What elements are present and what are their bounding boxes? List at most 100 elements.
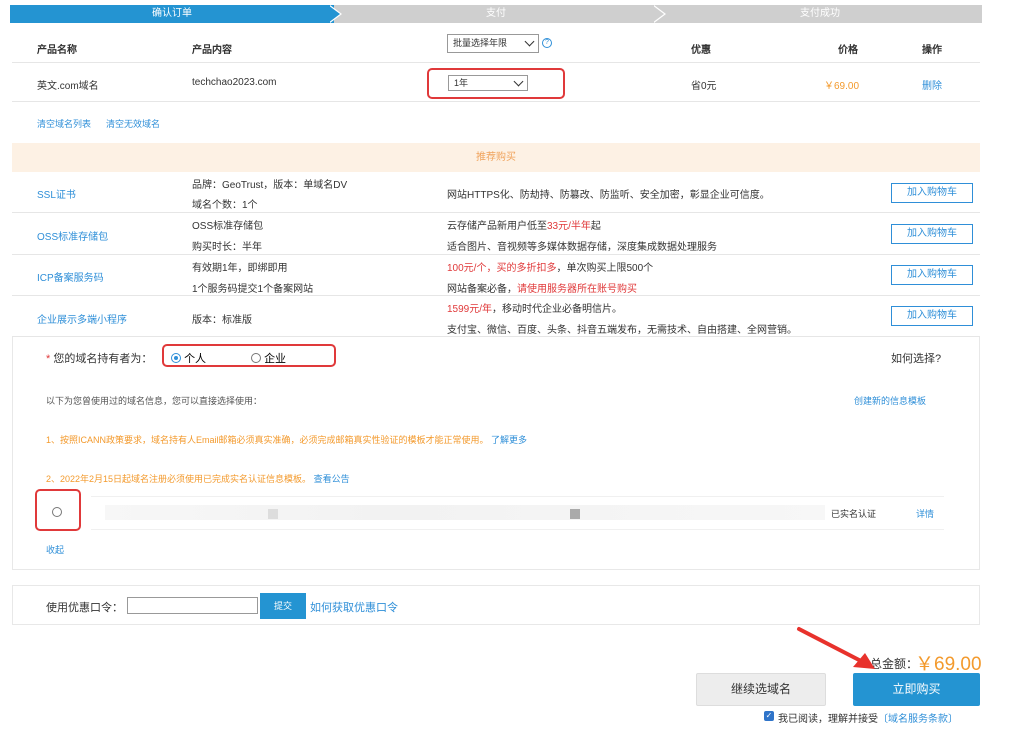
owner-option-personal[interactable]: 个人: [171, 350, 206, 366]
recommend-item-ssl[interactable]: SSL证书: [37, 186, 76, 201]
desc-text: ，单次购买上限500个: [556, 263, 654, 274]
owner-panel: [12, 337, 980, 570]
step-pay-success: 支付成功: [658, 5, 982, 23]
realname-notice-text: 2、2022年2月15日起域名注册必须使用已完成实名认证信息模板。: [46, 474, 312, 484]
col-header-content: 产品内容: [192, 45, 232, 56]
create-template-link[interactable]: 创建新的信息模板: [854, 394, 926, 407]
recommend-spec: 有效期1年，即绑即用: [192, 263, 288, 274]
recommend-spec: OSS标准存储包: [192, 221, 264, 232]
col-header-price: 价格: [838, 45, 858, 56]
checkbox-checked-icon[interactable]: ✓: [764, 711, 774, 721]
recommend-desc: 云存储产品新用户低至33元/半年起: [447, 217, 601, 232]
add-to-cart-button[interactable]: 加入购物车: [891, 224, 973, 244]
terms-link[interactable]: 〔域名服务条款〕: [878, 714, 958, 725]
buy-now-button[interactable]: 立即购买: [853, 673, 980, 706]
desc-highlight: 100元/个，买的多折扣多: [447, 263, 557, 274]
recommend-spec: 1个服务码提交1个备案网站: [192, 284, 314, 295]
batch-year-select-label: 批量选择年限: [453, 38, 508, 48]
product-domain: techchao2023.com: [192, 77, 277, 88]
agreement-text: 我已阅读，理解并接受〔域名服务条款〕: [778, 710, 958, 725]
agreement-label: 我已阅读，理解并接受: [778, 714, 878, 725]
chevron-down-icon: [513, 76, 524, 87]
add-to-cart-button[interactable]: 加入购物车: [891, 183, 973, 203]
desc-text: ，移动时代企业必备明信片。: [492, 304, 623, 315]
recommend-spec: 品牌：GeoTrust，版本：单域名DV: [192, 180, 348, 191]
divider: [12, 101, 980, 102]
year-select[interactable]: 1年: [448, 75, 528, 91]
recommend-desc: 网站HTTPS化、防劫持、防篡改、防监听、安全加密，彰显企业可信度。: [447, 190, 770, 201]
owner-label: * 您的域名持有者为：: [46, 350, 152, 366]
template-info-text: 以下为您曾使用过的域名信息，您可以直接选择使用：: [46, 396, 263, 406]
coupon-submit-button[interactable]: 提交: [260, 593, 306, 619]
recommend-desc: 1599元/年，移动时代企业必备明信片。: [447, 300, 622, 315]
owner-label-text: 您的域名持有者为：: [53, 353, 153, 365]
total-amount: ￥69.00: [915, 654, 982, 675]
radio-unselected-icon[interactable]: [251, 353, 261, 363]
recommend-spec: 域名个数：1个: [192, 200, 258, 211]
recommend-item-icp[interactable]: ICP备案服务码: [37, 269, 104, 284]
icann-notice-text: 1、按照ICANN政策要求，域名持有人Email邮箱必须真实准确，必须完成邮箱真…: [46, 435, 489, 445]
add-to-cart-button[interactable]: 加入购物车: [891, 265, 973, 285]
help-icon[interactable]: ?: [542, 38, 552, 48]
blurred-mark: [570, 509, 580, 519]
blurred-template-info: [105, 505, 825, 520]
delete-link[interactable]: 删除: [922, 77, 942, 92]
annotation-arrow-icon: [797, 627, 875, 669]
recommend-header: 推荐购买: [12, 143, 980, 172]
view-announcement-link[interactable]: 查看公告: [314, 474, 350, 484]
recommend-item-miniapp[interactable]: 企业展示多端小程序: [37, 311, 127, 326]
owner-option-personal-label: 个人: [184, 353, 207, 365]
product-price: ￥69.00: [824, 81, 860, 92]
step-arrow-icon: [328, 5, 340, 23]
coupon-input[interactable]: [127, 597, 258, 614]
radio-selected-icon[interactable]: [171, 353, 181, 363]
step-arrow-icon: [652, 5, 664, 23]
product-name: 英文.com域名: [37, 81, 99, 92]
collapse-link[interactable]: 收起: [46, 543, 64, 556]
recommend-spec: 版本：标准版: [192, 315, 252, 326]
order-progress-steps: 确认订单 支付 支付成功: [10, 5, 982, 23]
recommend-item-oss[interactable]: OSS标准存储包: [37, 228, 108, 243]
blurred-mark: [268, 509, 278, 519]
desc-highlight: 33元/半年: [547, 221, 591, 232]
divider: [12, 254, 980, 255]
col-header-name: 产品名称: [37, 45, 77, 56]
owner-option-company[interactable]: 企业: [251, 350, 286, 366]
clear-invalid-link[interactable]: 清空无效域名: [106, 117, 160, 130]
divider: [12, 295, 980, 296]
recommend-desc: 适合图片、音视频等多媒体数据存储，深度集成数据处理服务: [447, 242, 717, 253]
how-to-choose-link[interactable]: 如何选择?: [891, 350, 941, 366]
clear-list-link[interactable]: 清空域名列表: [37, 117, 91, 130]
add-to-cart-button[interactable]: 加入购物车: [891, 306, 973, 326]
realname-notice: 2、2022年2月15日起域名注册必须使用已完成实名认证信息模板。 查看公告: [46, 472, 350, 485]
learn-more-link[interactable]: 了解更多: [491, 435, 527, 445]
chevron-down-icon: [524, 36, 535, 47]
recommend-spec: 购买时长：半年: [192, 242, 262, 253]
recommend-desc: 支付宝、微信、百度、头条、抖音五端发布，无需技术、自由搭建、全网营销。: [447, 325, 797, 336]
year-select-value: 1年: [454, 78, 469, 88]
continue-select-domain-button[interactable]: 继续选域名: [696, 673, 826, 706]
divider: [91, 529, 944, 530]
product-discount: 省0元: [691, 81, 717, 92]
desc-highlight: 请使用服务器所在账号购买: [517, 284, 637, 295]
col-header-action: 操作: [922, 45, 942, 56]
divider: [12, 212, 980, 213]
step-confirm-order: 确认订单: [10, 5, 334, 23]
desc-text: 云存储产品新用户低至: [447, 221, 547, 232]
icann-notice: 1、按照ICANN政策要求，域名持有人Email邮箱必须真实准确，必须完成邮箱真…: [46, 433, 527, 446]
template-radio-icon[interactable]: [52, 507, 62, 517]
divider: [12, 62, 980, 63]
desc-text: 网站备案必备，: [447, 284, 517, 295]
required-mark: *: [46, 353, 51, 365]
coupon-label: 使用优惠口令：: [46, 602, 123, 614]
how-to-get-coupon-link[interactable]: 如何获取优惠口令: [310, 599, 398, 615]
owner-option-company-label: 企业: [264, 353, 287, 365]
desc-highlight: 1599元/年: [447, 304, 493, 315]
step-pay: 支付: [334, 5, 658, 23]
batch-year-select[interactable]: 批量选择年限: [447, 34, 539, 53]
col-header-discount: 优惠: [691, 45, 711, 56]
recommend-desc: 网站备案必备，请使用服务器所在账号购买: [447, 280, 637, 295]
desc-text: 起: [590, 221, 601, 232]
recommend-desc: 100元/个，买的多折扣多，单次购买上限500个: [447, 259, 653, 274]
template-detail-link[interactable]: 详情: [916, 507, 934, 520]
